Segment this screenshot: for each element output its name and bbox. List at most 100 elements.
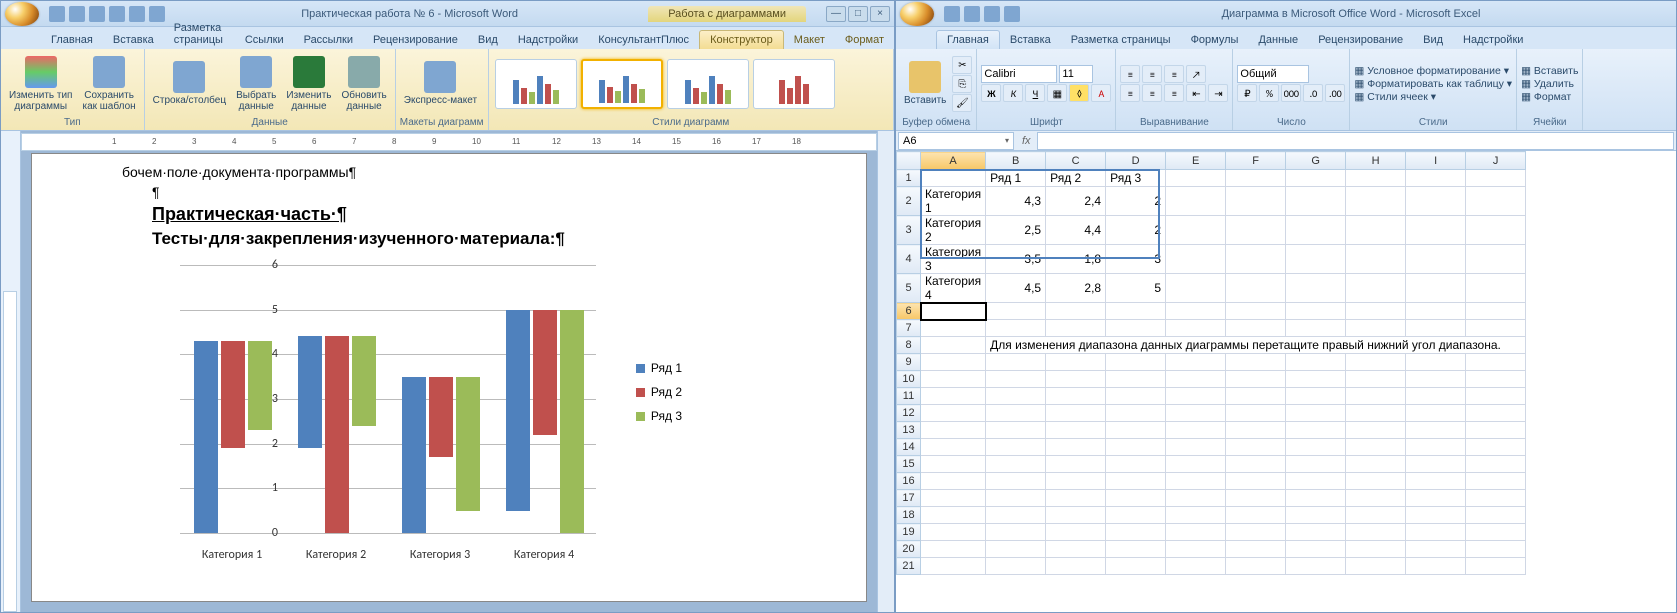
cell[interactable] bbox=[986, 320, 1046, 337]
cell-styles-button[interactable]: ▦ Стили ячеек ▾ bbox=[1354, 91, 1512, 103]
cell[interactable] bbox=[1046, 490, 1106, 507]
cell[interactable] bbox=[1286, 274, 1346, 303]
orientation-icon[interactable]: ↗ bbox=[1186, 65, 1206, 83]
cell[interactable] bbox=[1166, 507, 1226, 524]
cell[interactable]: Ряд 3 bbox=[1106, 170, 1166, 187]
cell[interactable] bbox=[1406, 245, 1466, 274]
row-header[interactable]: 21 bbox=[897, 558, 921, 575]
cell[interactable] bbox=[1466, 274, 1526, 303]
cell[interactable] bbox=[1226, 473, 1286, 490]
document-page[interactable]: бочем·поле·документа·программы¶ ¶ Практи… bbox=[31, 153, 867, 602]
cell[interactable] bbox=[1466, 422, 1526, 439]
tab-consultant[interactable]: КонсультантПлюс bbox=[588, 31, 699, 49]
cell[interactable] bbox=[1166, 439, 1226, 456]
cell[interactable] bbox=[1346, 187, 1406, 216]
hint-cell[interactable]: Для изменения диапазона данных диаграммы… bbox=[986, 337, 1526, 354]
cell[interactable] bbox=[1466, 524, 1526, 541]
cell[interactable] bbox=[1226, 490, 1286, 507]
cell[interactable] bbox=[1166, 388, 1226, 405]
cell[interactable] bbox=[1466, 456, 1526, 473]
cell[interactable] bbox=[1406, 456, 1466, 473]
cell[interactable] bbox=[1106, 422, 1166, 439]
cell[interactable]: 3,5 bbox=[986, 245, 1046, 274]
tab-layout[interactable]: Разметка страницы bbox=[1061, 31, 1181, 49]
quick-layout-button[interactable]: Экспресс-макет bbox=[400, 59, 481, 108]
cell[interactable] bbox=[1226, 507, 1286, 524]
tab-chart-layout[interactable]: Макет bbox=[784, 31, 835, 49]
cell[interactable] bbox=[1466, 371, 1526, 388]
format-table-button[interactable]: ▦ Форматировать как таблицу ▾ bbox=[1354, 78, 1512, 90]
vertical-scrollbar[interactable] bbox=[877, 131, 894, 612]
cell[interactable] bbox=[1226, 422, 1286, 439]
cell[interactable]: Ряд 1 bbox=[986, 170, 1046, 187]
qat-save-icon[interactable] bbox=[49, 6, 65, 22]
cell[interactable] bbox=[1106, 388, 1166, 405]
cell[interactable] bbox=[1166, 303, 1226, 320]
minimize-icon[interactable]: — bbox=[826, 6, 846, 22]
cell[interactable] bbox=[1226, 216, 1286, 245]
edit-data-button[interactable]: Изменить данные bbox=[282, 54, 335, 114]
cell[interactable] bbox=[921, 541, 986, 558]
cell[interactable] bbox=[986, 473, 1046, 490]
cell[interactable] bbox=[1166, 354, 1226, 371]
cell[interactable] bbox=[1466, 473, 1526, 490]
cell[interactable] bbox=[1406, 354, 1466, 371]
change-chart-type-button[interactable]: Изменить тип диаграммы bbox=[5, 54, 76, 114]
cell[interactable] bbox=[986, 507, 1046, 524]
name-box[interactable]: A6 bbox=[898, 132, 1014, 150]
cell[interactable] bbox=[1226, 456, 1286, 473]
format-cells-button[interactable]: ▦ Формат bbox=[1521, 91, 1578, 103]
cell[interactable] bbox=[1406, 388, 1466, 405]
cell[interactable] bbox=[921, 422, 986, 439]
worksheet[interactable]: ABCDEFGHIJ1Ряд 1Ряд 2Ряд 32Категория 14,… bbox=[896, 151, 1676, 612]
cell[interactable] bbox=[1166, 245, 1226, 274]
comma-icon[interactable]: 000 bbox=[1281, 84, 1301, 102]
cell[interactable] bbox=[921, 170, 986, 187]
cell[interactable] bbox=[986, 422, 1046, 439]
cell[interactable] bbox=[1226, 274, 1286, 303]
row-header[interactable]: 12 bbox=[897, 405, 921, 422]
tab-layout[interactable]: Разметка страницы bbox=[164, 19, 235, 49]
col-header[interactable]: E bbox=[1166, 152, 1226, 170]
cell[interactable] bbox=[1046, 541, 1106, 558]
close-icon[interactable]: × bbox=[870, 6, 890, 22]
cell[interactable] bbox=[1346, 456, 1406, 473]
cell[interactable]: 1,8 bbox=[1046, 245, 1106, 274]
qat-preview-icon[interactable] bbox=[149, 6, 165, 22]
underline-button[interactable]: Ч bbox=[1025, 84, 1045, 102]
cell[interactable] bbox=[986, 456, 1046, 473]
align-right-icon[interactable]: ≡ bbox=[1164, 84, 1184, 102]
cell[interactable] bbox=[1466, 303, 1526, 320]
bold-button[interactable]: Ж bbox=[981, 84, 1001, 102]
cell[interactable] bbox=[1166, 558, 1226, 575]
cell[interactable] bbox=[1286, 524, 1346, 541]
align-top-icon[interactable]: ≡ bbox=[1120, 65, 1140, 83]
cell[interactable] bbox=[1286, 490, 1346, 507]
cell[interactable] bbox=[1226, 524, 1286, 541]
cell[interactable] bbox=[1346, 245, 1406, 274]
font-name-combo[interactable]: Calibri bbox=[981, 65, 1057, 83]
cell[interactable]: Ряд 2 bbox=[1046, 170, 1106, 187]
cell[interactable] bbox=[1406, 405, 1466, 422]
cut-icon[interactable]: ✂ bbox=[952, 56, 972, 74]
cell[interactable] bbox=[1466, 187, 1526, 216]
increase-decimal-icon[interactable]: .0 bbox=[1303, 84, 1323, 102]
cell[interactable] bbox=[1406, 524, 1466, 541]
currency-icon[interactable]: ₽ bbox=[1237, 84, 1257, 102]
cell[interactable] bbox=[1106, 558, 1166, 575]
align-bottom-icon[interactable]: ≡ bbox=[1164, 65, 1184, 83]
cell[interactable] bbox=[1166, 473, 1226, 490]
cell[interactable] bbox=[1406, 187, 1466, 216]
cell[interactable] bbox=[1046, 354, 1106, 371]
row-header[interactable]: 16 bbox=[897, 473, 921, 490]
cell[interactable] bbox=[1166, 274, 1226, 303]
cell[interactable] bbox=[1406, 541, 1466, 558]
cell[interactable] bbox=[1406, 320, 1466, 337]
cell[interactable] bbox=[1286, 354, 1346, 371]
cell[interactable] bbox=[1106, 303, 1166, 320]
row-header[interactable]: 7 bbox=[897, 320, 921, 337]
col-header[interactable]: H bbox=[1346, 152, 1406, 170]
cell[interactable] bbox=[1286, 303, 1346, 320]
cell[interactable] bbox=[1346, 170, 1406, 187]
tab-mailings[interactable]: Рассылки bbox=[294, 31, 363, 49]
